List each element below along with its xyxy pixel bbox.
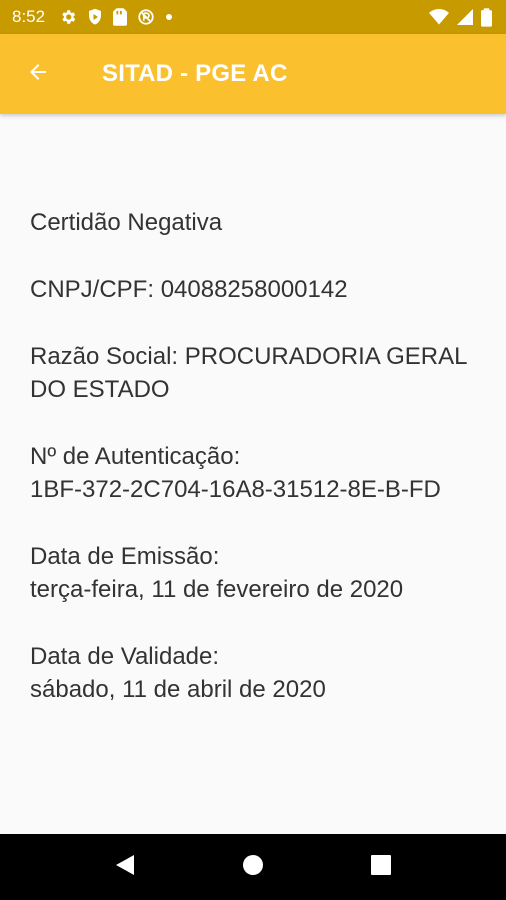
certificate-type: Certidão Negativa (30, 206, 480, 239)
navigation-bar (0, 834, 506, 900)
razao-social-field: Razão Social: PROCURADORIA GERAL DO ESTA… (30, 340, 480, 406)
sim-card-icon (113, 8, 128, 26)
cnpj-field: CNPJ/CPF: 04088258000142 (30, 273, 480, 306)
back-button[interactable] (14, 50, 62, 98)
cnpj-label: CNPJ/CPF: (30, 276, 155, 303)
recents-square-icon (371, 854, 391, 880)
back-triangle-icon (114, 853, 136, 882)
app-bar: SITAD - PGE AC (0, 34, 506, 114)
battery-icon (481, 7, 492, 27)
nav-recents-button[interactable] (348, 834, 414, 900)
authentication-value: 1BF-372-2C704-16A8-31512-8E-B-FD (30, 476, 441, 503)
page-title: SITAD - PGE AC (102, 60, 288, 87)
certificate-details: Certidão Negativa CNPJ/CPF: 040882580001… (30, 206, 480, 740)
status-time: 8:52 (12, 7, 46, 26)
shield-icon (87, 8, 103, 26)
no-sync-icon (137, 8, 155, 26)
cnpj-value: 04088258000142 (160, 276, 348, 303)
notification-icons (59, 8, 173, 26)
dot-icon (165, 13, 173, 21)
nav-home-button[interactable] (220, 834, 286, 900)
home-circle-icon (242, 854, 264, 881)
issue-date-label: Data de Emissão: (30, 543, 220, 570)
expiry-date-label: Data de Validade: (30, 643, 220, 670)
signal-icon (457, 9, 473, 25)
gear-icon (59, 8, 77, 26)
status-bar: 8:52 (0, 0, 506, 34)
razao-social-label: Razão Social: (30, 343, 179, 370)
expiry-date-value: sábado, 11 de abril de 2020 (30, 676, 326, 703)
issue-date-field: Data de Emissão: terça-feira, 11 de fever… (30, 540, 480, 606)
authentication-label: Nº de Autenticação: (30, 443, 241, 470)
certificate-type-label: Certidão Negativa (30, 209, 223, 236)
authentication-field: Nº de Autenticação: 1BF-372-2C704-16A8-31… (30, 440, 480, 506)
nav-back-button[interactable] (92, 834, 158, 900)
expiry-date-field: Data de Validade: sábado, 11 de abril de … (30, 640, 480, 706)
system-icons (429, 7, 492, 27)
issue-date-value: terça-feira, 11 de fevereiro de 2020 (30, 576, 404, 603)
wifi-icon (429, 9, 449, 25)
arrow-left-icon (26, 60, 50, 89)
